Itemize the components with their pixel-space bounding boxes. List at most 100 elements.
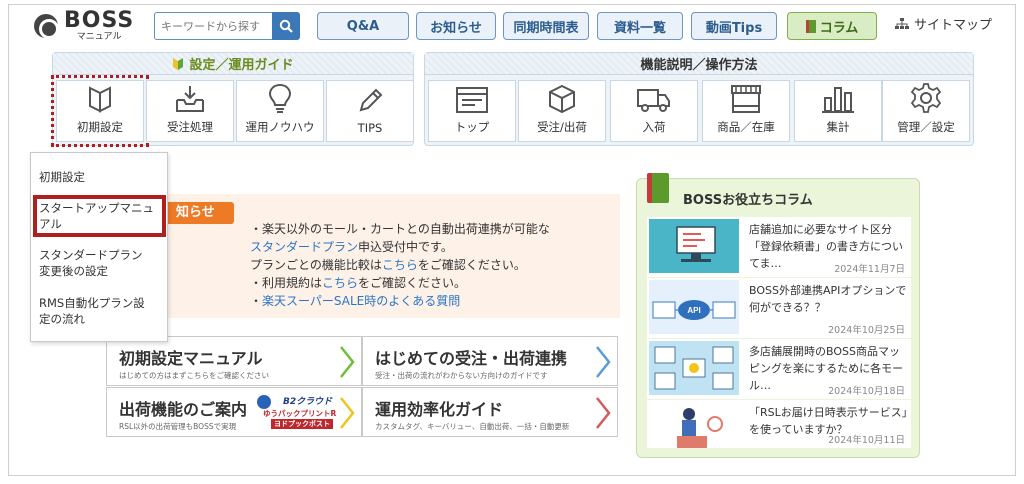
notice-line: ・楽天以外のモール・カートとの自動出荷連携が可能な [250, 222, 550, 236]
dropdown-item-initial-setup[interactable]: 初期設定 [39, 169, 163, 185]
b2-brand: B2クラウド [283, 397, 333, 407]
book-icon [647, 173, 669, 203]
window-icon [456, 87, 488, 113]
tile-label: トップ [454, 120, 490, 134]
notice-line: ・利用規約はこちらをご確認ください。 [250, 274, 466, 291]
search-box [154, 12, 300, 40]
column-item-date: 2024年10月25日 [828, 325, 905, 336]
column-item-date: 2024年11月7日 [834, 264, 905, 275]
card-title: 運用効率化ガイド [375, 400, 504, 419]
book-icon [805, 19, 816, 33]
card-subtitle: 受注・出荷の流れがわからない方向けのガイドです [375, 371, 548, 380]
tile-label: 管理／設定 [897, 120, 955, 134]
store-icon [731, 85, 761, 113]
card-efficiency-guide[interactable]: 運用効率化ガイド カスタムタグ、キーバリュー、自動出荷、一括・自動更新 [362, 387, 618, 437]
notice-line: ・楽天スーパーSALE時のよくある質問 [250, 292, 460, 309]
truck-icon [637, 89, 670, 112]
tile-top[interactable]: トップ [428, 80, 516, 142]
sitemap-label: サイトマップ [914, 18, 993, 33]
plan-comparison-link[interactable]: こちら [382, 258, 418, 272]
function-title: 機能説明／操作方法 [640, 58, 758, 73]
chevron-right-icon [596, 346, 611, 378]
dropdown-item-label: スタートアップマニュ [39, 201, 154, 215]
tile-label: 入荷 [642, 120, 666, 134]
column-item[interactable]: 「RSLお届け日時表示サービス」を使っていますか？ 2024年10月11日 [647, 400, 911, 448]
inbox-download-icon [176, 86, 204, 112]
column-item[interactable]: API BOSS外部連携APIオプションで何ができる？？ 2024年10月25日 [647, 278, 911, 338]
chevron-right-icon [340, 397, 355, 429]
notice-line: スタンダードプラン申込受付中です。 [250, 238, 453, 255]
search-button[interactable] [272, 12, 300, 40]
notice-text: をご確認ください。 [358, 276, 467, 290]
tile-order-processing[interactable]: 受注処理 [146, 80, 234, 142]
news-notice: 知らせ ・楽天以外のモール・カートとの自動出荷連携が可能な スタンダードプラン申… [168, 194, 620, 318]
boss-logo[interactable]: BOSS マニュアル [34, 10, 134, 42]
pencil-icon [359, 88, 383, 112]
function-title-bar: 機能説明／操作方法 [425, 53, 973, 75]
tile-receiving[interactable]: 入荷 [610, 80, 698, 142]
card-title: はじめての受注・出荷連携 [375, 349, 568, 368]
dropdown-item-label: スタンダードプラン [39, 248, 143, 262]
nav-sync-schedule-button[interactable]: 同期時間表 [503, 12, 589, 40]
sitemap-link[interactable]: サイトマップ [895, 14, 992, 33]
api-cloud-thumbnail: API [649, 280, 739, 334]
logo-name: BOSS [64, 8, 135, 33]
dropdown-item-rms-automation[interactable]: RMS自動化プラン設 定の流れ [39, 295, 163, 327]
dropdown-item-label: アル [39, 217, 62, 231]
tile-tips[interactable]: TIPS [326, 80, 414, 142]
dropdown-item-standard-plan[interactable]: スタンダードプラン 変更後の設定 [39, 247, 163, 279]
gear-icon [910, 83, 942, 113]
setup-guide-title-bar: 設定／運用ガイド [53, 53, 413, 75]
nav-news-button[interactable]: お知らせ [416, 12, 496, 40]
sitemap-icon [895, 17, 909, 29]
tile-products-inventory[interactable]: 商品／在庫 [702, 80, 790, 142]
notice-text: プランごとの機能比較は [250, 258, 382, 272]
column-box-title: BOSSお役立ちコラム [683, 193, 813, 208]
svg-text:API: API [687, 306, 700, 315]
card-initial-setup-manual[interactable]: 初期設定マニュアル はじめての方はまずこちらをご確認ください [106, 336, 362, 386]
tile-aggregation[interactable]: 集計 [794, 80, 882, 142]
card-title: 出荷機能のご案内 [119, 400, 248, 419]
nav-column-button[interactable]: コラム [787, 12, 877, 40]
box-icon [549, 84, 575, 114]
chevron-right-icon [340, 346, 355, 378]
super-sale-faq-link[interactable]: 楽天スーパーSALE時のよくある質問 [262, 294, 460, 308]
terms-link[interactable]: こちら [322, 276, 358, 290]
search-input[interactable] [154, 12, 272, 40]
tile-label: 初期設定 [77, 120, 123, 134]
dropdown-item-label: 定の流れ [39, 312, 85, 326]
tile-operation-knowhow[interactable]: 運用ノウハウ [236, 80, 324, 142]
tile-label: 受注処理 [167, 120, 213, 134]
card-subtitle: はじめての方はまずこちらをご確認ください [119, 371, 269, 380]
column-item[interactable]: 多店舗展開時のBOSS商品マッピングを楽にするために各モール… 2024年10月… [647, 339, 911, 399]
tile-initial-setup[interactable]: 初期設定 [51, 75, 149, 147]
column-item-title: BOSS外部連携APIオプションで何ができる？？ [749, 284, 907, 314]
nav-documents-button[interactable]: 資料一覧 [597, 12, 683, 40]
news-tab: 知らせ [168, 202, 234, 224]
logo-sub: マニュアル [76, 32, 122, 42]
tile-label: 集計 [826, 120, 850, 134]
tile-label: 受注/出荷 [537, 120, 587, 134]
notice-text: ・利用規約は [250, 276, 323, 290]
multi-store-thumbnail [649, 341, 739, 395]
tile-order-shipping[interactable]: 受注/出荷 [518, 80, 606, 142]
column-item[interactable]: 店舗追加に必要なサイト区分「登録依頼書」の書き方についてま… 2024年11月7… [647, 217, 911, 277]
dropdown-item-startup-manual[interactable]: スタートアップマニュ アル [39, 200, 163, 232]
column-item-date: 2024年10月18日 [828, 386, 905, 397]
tile-label: 運用ノウハウ [245, 120, 315, 134]
nav-qa-button[interactable]: Q&A [317, 12, 409, 40]
card-subtitle: カスタムタグ、キーバリュー、自動出荷、一括・自動更新 [375, 422, 570, 431]
card-shipping-features[interactable]: 出荷機能のご案内 RSL以外の出荷管理もBOSSで実現 B2クラウド ゆうパック… [106, 387, 362, 437]
standard-plan-link[interactable]: スタンダードプラン [250, 240, 358, 254]
b2-line2: ゆうパックプリントR [263, 409, 337, 418]
tile-label: TIPS [357, 121, 383, 135]
search-icon [279, 19, 293, 33]
beginner-mark-icon [89, 86, 111, 113]
initial-setup-dropdown: 初期設定 スタートアップマニュ アル スタンダードプラン 変更後の設定 RMS自… [30, 152, 168, 342]
nav-video-tips-button[interactable]: 動画Tips [691, 12, 777, 40]
beginner-mark-icon [173, 57, 184, 70]
tile-management-settings[interactable]: 管理／設定 [882, 80, 970, 142]
b2-cloud-logo: B2クラウド ゆうパックプリントR ヨドプックポスト [257, 393, 337, 433]
card-first-order-shipping[interactable]: はじめての受注・出荷連携 受注・出荷の流れがわからない方向けのガイドです [362, 336, 618, 386]
dropdown-item-label: 初期設定 [39, 170, 85, 184]
